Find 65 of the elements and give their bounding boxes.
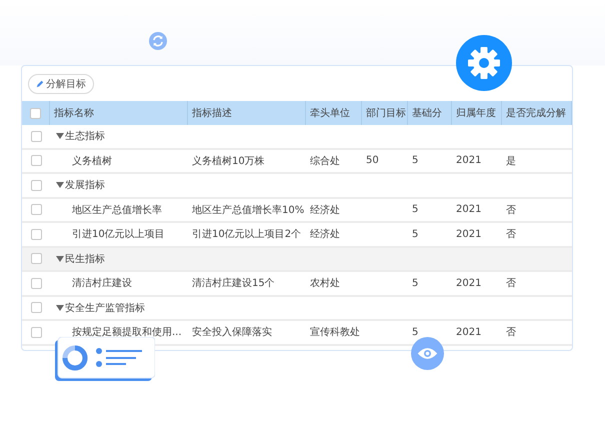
table-cell: 2021 <box>456 155 482 166</box>
table-cell-text: 清洁村庄建设15个 <box>192 276 275 290</box>
table-cell: 5 <box>412 326 418 338</box>
table-cell-text: 地区生产总值增长率 <box>72 204 162 217</box>
settings-icon[interactable] <box>456 35 512 91</box>
table-cell-text: 否 <box>506 204 516 217</box>
split-target-button[interactable]: 分解目标 <box>28 74 94 94</box>
table-cell-text: 是 <box>506 154 516 168</box>
checkbox[interactable] <box>30 180 42 191</box>
table-cell: 2021 <box>456 326 482 338</box>
refresh-icon[interactable] <box>149 32 167 50</box>
checkbox[interactable] <box>30 108 41 118</box>
table-cell-text: 按规定足额提取和使用... <box>72 326 182 340</box>
table-cell: 2021 <box>456 204 482 216</box>
column-header: 指标描述 <box>192 106 232 120</box>
checkbox[interactable] <box>30 228 42 240</box>
table-cell-text: 否 <box>506 326 516 340</box>
table-cell-text: 综合处 <box>310 154 340 168</box>
checkbox[interactable] <box>30 253 42 264</box>
edit-icon <box>36 80 44 88</box>
table-cell-text: 经济处 <box>310 204 340 217</box>
table-cell-text: 地区生产总值增长率10% <box>192 204 304 217</box>
group-name: 民生指标 <box>65 252 105 266</box>
group-name: 发展指标 <box>65 178 105 192</box>
column-header: 指标名称 <box>54 106 94 120</box>
table-cell-text: 否 <box>506 277 516 290</box>
group-name: 安全生产监管指标 <box>65 302 145 315</box>
checkbox[interactable] <box>30 302 42 314</box>
view-icon[interactable] <box>411 337 444 370</box>
column-header: 基础分 <box>412 106 442 120</box>
group-row[interactable]: 民生指标 <box>22 248 572 272</box>
column-header: 部门目标 <box>366 106 406 120</box>
group-row[interactable]: 生态指标 <box>22 125 572 150</box>
table-cell-text: 经济处 <box>310 228 340 242</box>
table-cell-text: 义务植树 <box>72 154 112 168</box>
table-cell-text: 农村处 <box>310 276 340 290</box>
caret-icon[interactable] <box>56 182 64 188</box>
table-cell: 5 <box>412 228 418 240</box>
column-header: 归属年度 <box>456 106 496 120</box>
group-row[interactable]: 安全生产监管指标 <box>22 296 572 321</box>
table-cell-text: 引进10亿元以上项目2个 <box>192 228 302 242</box>
checkbox[interactable] <box>30 204 42 216</box>
table-cell: 5 <box>412 155 418 166</box>
table-cell: 2021 <box>456 278 482 289</box>
table-cell-text: 义务植树10万株 <box>192 154 265 168</box>
table-cell-text: 清洁村庄建设 <box>72 276 132 290</box>
checkbox[interactable] <box>30 278 42 289</box>
column-header: 牵头单位 <box>310 106 350 120</box>
checkbox[interactable] <box>30 155 42 166</box>
table-cell: 50 <box>366 155 379 166</box>
table-cell: 5 <box>412 278 418 289</box>
table-cell-text: 否 <box>506 228 516 242</box>
caret-icon[interactable] <box>56 256 64 262</box>
table-cell-text: 安全投入保障落实 <box>192 326 272 340</box>
group-row[interactable]: 发展指标 <box>22 174 572 198</box>
table-cell: 5 <box>412 204 418 216</box>
table-cell-text: 宣传科教处 <box>310 326 360 340</box>
column-header: 是否完成分解 <box>506 106 566 120</box>
checkbox[interactable] <box>30 130 42 142</box>
group-name: 生态指标 <box>65 130 105 144</box>
caret-icon[interactable] <box>56 133 64 140</box>
table-cell-text: 引进10亿元以上项目 <box>72 228 165 242</box>
table-cell: 2021 <box>456 228 482 240</box>
caret-icon[interactable] <box>56 304 64 311</box>
checkbox[interactable] <box>30 326 42 338</box>
